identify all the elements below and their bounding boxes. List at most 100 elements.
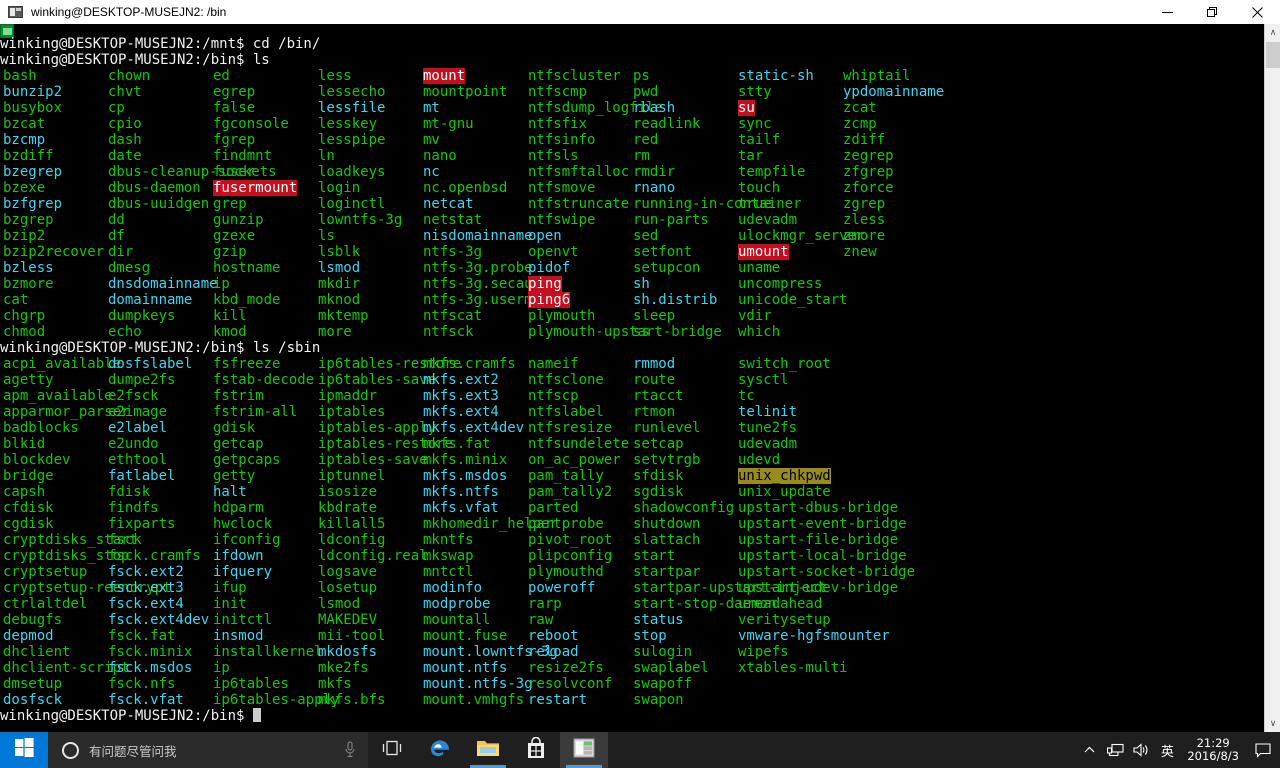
file-entry-cell: mkfs.cramfs: [420, 356, 525, 372]
task-view-button[interactable]: [368, 732, 416, 768]
file-entry: ntfsinfo: [528, 132, 596, 148]
file-entry-cell: mount.ntfs: [420, 660, 525, 676]
start-button[interactable]: [0, 732, 48, 768]
file-entry-cell: false: [210, 100, 315, 116]
file-entry-cell: mktemp: [315, 308, 420, 324]
file-entry: upstart-local-bridge: [738, 548, 907, 564]
maximize-button[interactable]: [1190, 0, 1235, 24]
file-entry: tempfile: [738, 164, 806, 180]
file-entry: sync: [738, 116, 772, 132]
file-entry: mkfs.fat: [423, 436, 491, 452]
file-entry-cell: mv: [420, 132, 525, 148]
sbin-directory-listing: acpi_availabledosfslabel fsfreeze ip6table…: [0, 356, 945, 708]
edge-button[interactable]: [416, 732, 464, 768]
file-entry: udevadm: [738, 212, 798, 228]
terminal-taskbar-button[interactable]: [560, 732, 608, 768]
store-button[interactable]: [512, 732, 560, 768]
file-entry: bzfgrep: [3, 196, 63, 212]
file-entry: pwd: [633, 84, 659, 100]
window-titlebar[interactable]: winking@DESKTOP-MUSEJN2: /bin: [0, 0, 1280, 24]
action-center-button[interactable]: [1248, 732, 1278, 768]
file-entry-cell: tempfile: [735, 164, 840, 180]
file-entry: mkfs.vfat: [423, 500, 499, 516]
file-entry-cell: upstart-dbus-bridge: [735, 500, 898, 516]
file-entry: gzip: [213, 244, 247, 260]
file-entry: fgconsole: [213, 116, 289, 132]
file-entry-cell: shadowconfig: [630, 500, 735, 516]
file-entry: which: [738, 324, 781, 340]
terminal-output-line: bunzip2 chvt egrep lessecho mountpoint ntfscm…: [0, 84, 945, 100]
file-entry-cell: start-stop-daemon: [630, 596, 776, 612]
file-entry: lowntfs-3g: [318, 212, 403, 228]
file-entry: upstart-file-bridge: [738, 532, 899, 548]
file-entry-cell: cgdisk: [0, 516, 105, 532]
scroll-up-arrow-icon[interactable]: ∧: [1265, 24, 1280, 41]
file-entry: reboot: [528, 628, 579, 644]
clock[interactable]: 21:29 2016/8/3: [1180, 737, 1248, 763]
network-icon[interactable]: [1102, 732, 1128, 768]
file-entry-cell: mount.ntfs-3g: [420, 676, 533, 692]
show-hidden-icons-button[interactable]: [1076, 732, 1102, 768]
prompt-text: winking@DESKTOP-MUSEJN2:/bin$ ls /sbin: [0, 340, 321, 356]
file-entry: mount.ntfs-3g: [423, 676, 533, 692]
scroll-down-arrow-icon[interactable]: ∨: [1265, 715, 1280, 732]
file-entry-cell: mkntfs: [420, 532, 525, 548]
file-entry: ntfsls: [528, 148, 579, 164]
file-entry: fsck.minix: [108, 644, 193, 660]
file-entry-cell: ip: [210, 660, 315, 676]
file-entry-cell: dosfslabel: [105, 356, 210, 372]
volume-icon[interactable]: [1128, 732, 1154, 768]
file-entry: mkfs.cramfs: [423, 356, 516, 372]
file-entry-cell: tar: [735, 148, 840, 164]
file-entry-cell: sed: [630, 228, 735, 244]
file-entry-cell: lsblk: [315, 244, 420, 260]
microphone-icon[interactable]: [344, 741, 356, 759]
file-entry: bzexe: [3, 180, 46, 196]
close-button[interactable]: [1235, 0, 1280, 24]
file-entry: shutdown: [633, 516, 701, 532]
file-entry: vdir: [738, 308, 772, 324]
file-entry: e2fsck: [108, 388, 159, 404]
file-entry: zless: [843, 212, 886, 228]
scrollbar-thumb[interactable]: [1266, 42, 1280, 68]
file-entry: fsck.vfat: [108, 692, 184, 708]
file-entry-cell: dash: [105, 132, 210, 148]
file-entry-cell: setvtrgb: [630, 452, 735, 468]
file-entry: mkfs: [318, 676, 352, 692]
file-entry-cell: swapon: [630, 692, 735, 708]
terminal-scrollbar[interactable]: ∧ ∨: [1264, 24, 1280, 732]
terminal-output-line: cat domainname kbd_mode mknod ntfs-3g.userma…: [0, 292, 945, 308]
file-entry: mkfs.ntfs: [423, 484, 499, 500]
task-view-icon: [382, 740, 402, 761]
terminal-console[interactable]: winking@DESKTOP-MUSEJN2:/mnt$ cd /bin/wi…: [0, 36, 945, 724]
cortana-search-box[interactable]: 有问题尽管问我: [48, 732, 368, 768]
file-entry-cell: pam_tally: [525, 468, 630, 484]
file-entry: zfgrep: [843, 164, 894, 180]
minimize-button[interactable]: [1145, 0, 1190, 24]
file-entry-cell: fsck.fat: [105, 628, 210, 644]
file-entry: sh: [633, 276, 650, 292]
file-entry-cell: zforce: [840, 180, 945, 196]
file-entry-cell: e2image: [105, 404, 210, 420]
file-entry-cell: red: [630, 132, 735, 148]
file-explorer-button[interactable]: [464, 732, 512, 768]
file-entry-cell: cryptdisks_start: [0, 532, 138, 548]
ime-language-indicator[interactable]: 英: [1154, 741, 1180, 760]
file-entry-cell: dumpe2fs: [105, 372, 210, 388]
file-entry: bzcmp: [3, 132, 46, 148]
file-entry: upstart-socket-bridge: [738, 564, 916, 580]
file-entry: fsck.ext4: [108, 596, 184, 612]
file-entry: ureadahead: [738, 596, 823, 612]
file-entry: route: [633, 372, 676, 388]
terminal-output-line: ctrlaltdel fsck.ext4 init lsmod modprobe rarp…: [0, 596, 945, 612]
file-entry-cell: mkfs.msdos: [420, 468, 525, 484]
terminal-window[interactable]: winking@DESKTOP-MUSEJN2:/mnt$ cd /bin/wi…: [0, 24, 1264, 732]
file-entry: mknod: [318, 292, 361, 308]
file-entry: rmdir: [633, 164, 676, 180]
file-entry: mountpoint: [423, 84, 508, 100]
file-entry: ypdomainname: [843, 84, 945, 100]
file-entry-cell: fsck.ext2: [105, 564, 210, 580]
file-entry-cell: upstart-local-bridge: [735, 548, 907, 564]
file-entry-cell: udevd: [735, 452, 840, 468]
file-entry-cell: mkfs.ext2: [420, 372, 525, 388]
